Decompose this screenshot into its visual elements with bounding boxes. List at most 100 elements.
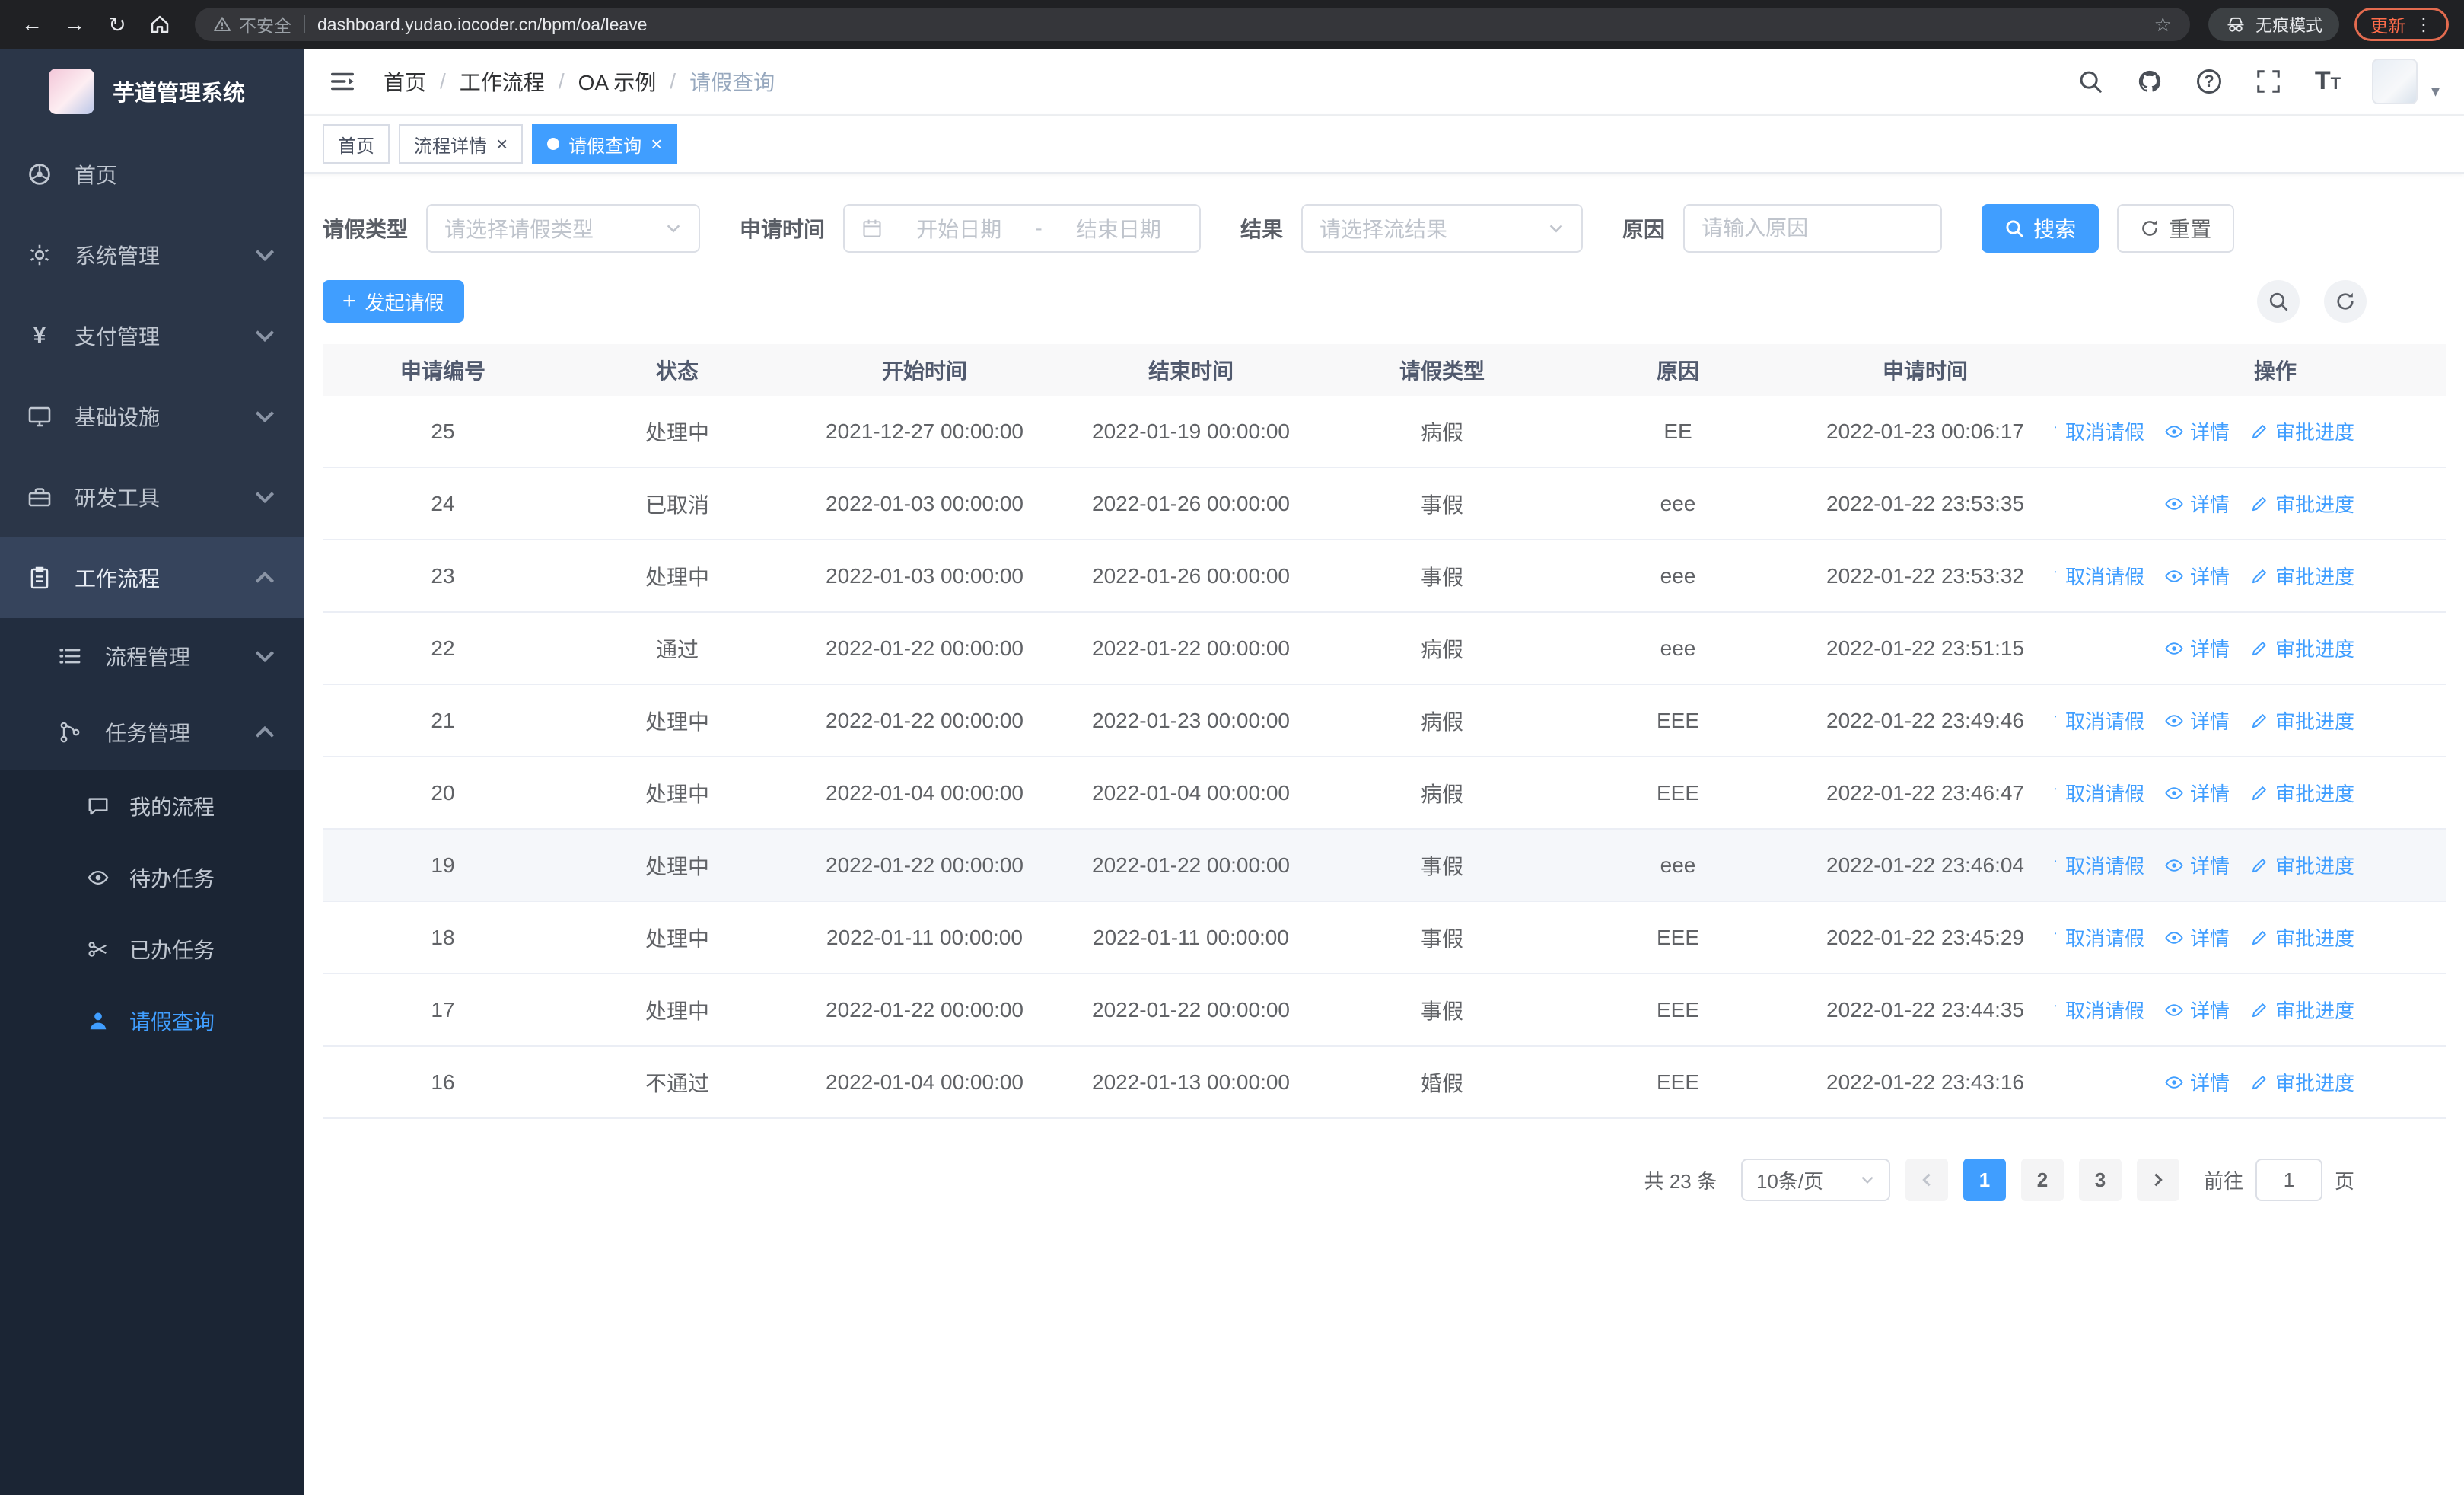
table-row: 25 处理中 2021-12-27 00:00:00 2022-01-19 00… [323, 396, 2446, 468]
tab-home[interactable]: 首页 [323, 124, 390, 164]
cell-end-time: 2022-01-22 00:00:00 [1092, 997, 1290, 1022]
action-progress-link[interactable]: 审批进度 [2249, 706, 2354, 735]
page-button-1[interactable]: 1 [1963, 1159, 2006, 1201]
action-progress-link[interactable]: 审批进度 [2249, 562, 2354, 590]
prev-page-button[interactable] [1905, 1159, 1948, 1201]
cell-apply-time: 2022-01-22 23:46:04 [1826, 853, 2024, 877]
action-cancel-link[interactable]: 取消请假 [2055, 923, 2144, 952]
fullscreen-icon[interactable] [2253, 66, 2284, 97]
col-header-status: 状态 [655, 359, 699, 383]
scissors-icon [88, 942, 107, 957]
bookmark-star-icon[interactable]: ☆ [2154, 13, 2172, 37]
action-progress-link[interactable]: 审批进度 [2249, 1068, 2354, 1096]
cell-apply-time: 2022-01-22 23:45:29 [1826, 925, 2024, 949]
action-detail-link[interactable]: 详情 [2164, 562, 2230, 590]
logo-avatar [49, 69, 94, 114]
incognito-label: 无痕模式 [2255, 16, 2322, 35]
close-icon[interactable]: × [651, 134, 662, 154]
close-icon[interactable]: × [496, 134, 508, 154]
action-progress-link[interactable]: 审批进度 [2249, 923, 2354, 952]
goto-page-input[interactable] [2255, 1159, 2322, 1201]
action-detail-link[interactable]: 详情 [2164, 779, 2230, 807]
action-detail-link[interactable]: 详情 [2164, 706, 2230, 735]
breadcrumb-oa-example[interactable]: OA 示例 [578, 66, 657, 97]
action-progress-link[interactable]: 审批进度 [2249, 417, 2354, 445]
avatar-caret-icon[interactable]: ▾ [2431, 81, 2440, 104]
action-detail-link[interactable]: 详情 [2164, 996, 2230, 1024]
sidebar-item-system[interactable]: 系统管理 [0, 215, 304, 295]
create-leave-button[interactable]: + 发起请假 [323, 280, 464, 323]
browser-update-button[interactable]: 更新 ⋮ [2354, 8, 2449, 41]
action-cancel-link[interactable]: 取消请假 [2055, 417, 2144, 445]
tab-process-detail[interactable]: 流程详情 × [399, 124, 524, 164]
sidebar-item-my-process[interactable]: 我的流程 [0, 770, 304, 842]
sidebar-item-devtools[interactable]: 研发工具 [0, 457, 304, 537]
next-page-button[interactable] [2136, 1159, 2179, 1201]
action-detail-link[interactable]: 详情 [2164, 851, 2230, 879]
security-indicator[interactable]: 不安全 [213, 11, 291, 37]
sidebar-item-leave-query[interactable]: 请假查询 [0, 985, 304, 1057]
home-icon[interactable] [143, 8, 177, 41]
sidebar-item-task-mgmt[interactable]: 任务管理 [0, 694, 304, 770]
help-icon[interactable]: ? [2194, 66, 2224, 97]
col-header-operations: 操作 [2253, 359, 2297, 383]
browser-menu-icon[interactable]: ⋮ [2415, 14, 2433, 36]
sidebar-item-infrastructure[interactable]: 基础设施 [0, 376, 304, 457]
sidebar-item-payment[interactable]: ¥ 支付管理 [0, 295, 304, 376]
breadcrumb-home[interactable]: 首页 [384, 66, 426, 97]
cell-status: 处理中 [645, 709, 709, 734]
page-button-3[interactable]: 3 [2078, 1159, 2122, 1201]
action-cancel-link[interactable]: 取消请假 [2055, 706, 2144, 735]
action-detail-link[interactable]: 详情 [2164, 923, 2230, 952]
date-end-placeholder: 结束日期 [1075, 218, 1161, 241]
sidebar-item-workflow[interactable]: 工作流程 [0, 537, 304, 618]
action-detail-link[interactable]: 详情 [2164, 1068, 2230, 1096]
sidebar-item-home[interactable]: 首页 [0, 134, 304, 215]
sidebar-collapse-icon[interactable] [320, 59, 365, 104]
action-progress-link[interactable]: 审批进度 [2249, 634, 2354, 662]
search-button-label: 搜索 [2033, 218, 2077, 241]
cell-status: 通过 [655, 637, 699, 661]
action-progress-link[interactable]: 审批进度 [2249, 489, 2354, 518]
action-detail-link[interactable]: 详情 [2164, 634, 2230, 662]
github-icon[interactable] [2135, 66, 2165, 97]
url-bar[interactable]: 不安全 dashboard.yudao.iocoder.cn/bpm/oa/le… [195, 8, 2190, 41]
result-select[interactable]: 请选择流结果 [1301, 204, 1584, 253]
sidebar-item-done-tasks[interactable]: 已办任务 [0, 913, 304, 985]
forward-icon[interactable]: → [58, 8, 91, 41]
sidebar-item-todo-tasks[interactable]: 待办任务 [0, 842, 304, 913]
page-button-2[interactable]: 2 [2020, 1159, 2064, 1201]
action-progress-link[interactable]: 审批进度 [2249, 996, 2354, 1024]
action-cancel-link[interactable]: 取消请假 [2055, 996, 2144, 1024]
cell-start-time: 2022-01-22 00:00:00 [826, 636, 1023, 660]
refresh-table-icon[interactable] [2324, 280, 2367, 323]
search-button[interactable]: 搜索 [1982, 204, 2099, 253]
action-progress-link[interactable]: 审批进度 [2249, 779, 2354, 807]
leave-type-select[interactable]: 请选择请假类型 [426, 204, 701, 253]
chevron-right-icon [2154, 1173, 2163, 1187]
reset-button[interactable]: 重置 [2117, 204, 2235, 253]
table-row: 21 处理中 2022-01-22 00:00:00 2022-01-23 00… [323, 685, 2446, 757]
toggle-search-icon[interactable] [2257, 280, 2300, 323]
reload-icon[interactable]: ↻ [100, 8, 134, 41]
sidebar-item-process-mgmt[interactable]: 流程管理 [0, 618, 304, 694]
breadcrumb-workflow[interactable]: 工作流程 [460, 66, 545, 97]
tab-leave-query[interactable]: 请假查询 × [532, 124, 678, 164]
action-detail-link[interactable]: 详情 [2164, 417, 2230, 445]
reason-label: 原因 [1622, 218, 1666, 241]
action-detail-link[interactable]: 详情 [2164, 489, 2230, 518]
action-progress-link[interactable]: 审批进度 [2249, 851, 2354, 879]
back-icon[interactable]: ← [15, 8, 49, 41]
date-range-picker[interactable]: 开始日期 - 结束日期 [843, 204, 1202, 253]
chevron-down-icon [255, 411, 275, 423]
font-size-icon[interactable]: TT [2313, 66, 2343, 97]
user-avatar[interactable] [2371, 59, 2418, 104]
action-cancel-link[interactable]: 取消请假 [2055, 562, 2144, 590]
action-cancel-link[interactable]: 取消请假 [2055, 779, 2144, 807]
action-cancel-link[interactable]: 取消请假 [2055, 851, 2144, 879]
goto-suffix: 页 [2334, 1169, 2354, 1193]
search-icon[interactable] [2075, 66, 2106, 97]
page-size-select[interactable]: 10条/页 [1740, 1159, 1890, 1201]
col-header-end: 结束时间 [1148, 359, 1234, 383]
reason-input[interactable] [1702, 216, 1924, 241]
